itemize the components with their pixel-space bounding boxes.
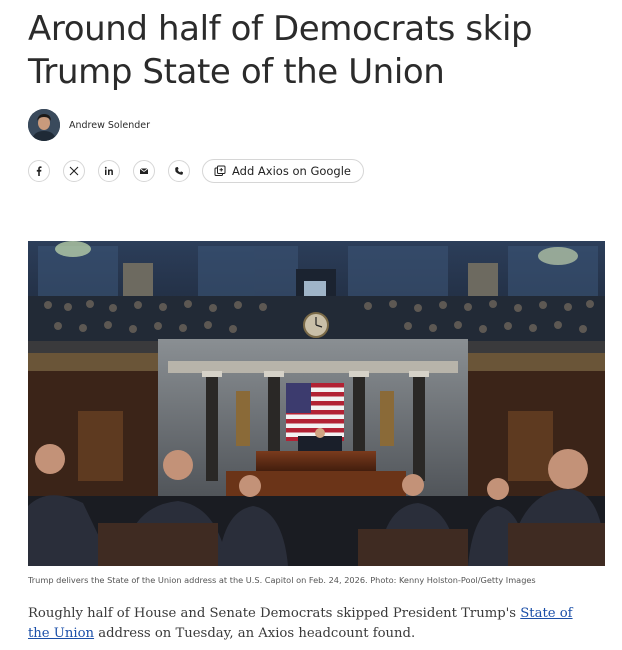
image-caption: Trump delivers the State of the Union ad… — [28, 575, 536, 585]
add-axios-on-google-label: Add Axios on Google — [232, 164, 352, 178]
share-email-button[interactable] — [133, 160, 155, 182]
linkedin-icon — [104, 166, 113, 175]
article-headline: Around half of Democrats skip Trump Stat… — [28, 9, 533, 92]
add-axios-on-google-button[interactable]: Add Axios on Google — [202, 159, 365, 183]
share-x-button[interactable] — [63, 160, 85, 182]
google-add-icon — [214, 165, 226, 176]
x-icon — [69, 166, 79, 176]
author-avatar[interactable] — [28, 109, 60, 141]
author-name[interactable]: Andrew Solender — [69, 120, 150, 131]
facebook-icon — [36, 166, 42, 176]
article-body-paragraph: Roughly half of House and Senate Democra… — [28, 604, 588, 644]
byline: Andrew Solender — [28, 109, 150, 141]
email-icon — [139, 168, 149, 174]
phone-icon — [175, 167, 183, 175]
share-phone-button[interactable] — [168, 160, 190, 182]
share-facebook-button[interactable] — [28, 160, 50, 182]
share-linkedin-button[interactable] — [98, 160, 120, 182]
article-photo — [28, 241, 605, 566]
share-bar: Add Axios on Google — [28, 159, 365, 183]
body-text-before: Roughly half of House and Senate Democra… — [28, 606, 521, 621]
body-text-after: address on Tuesday, an Axios headcount f… — [94, 626, 416, 641]
